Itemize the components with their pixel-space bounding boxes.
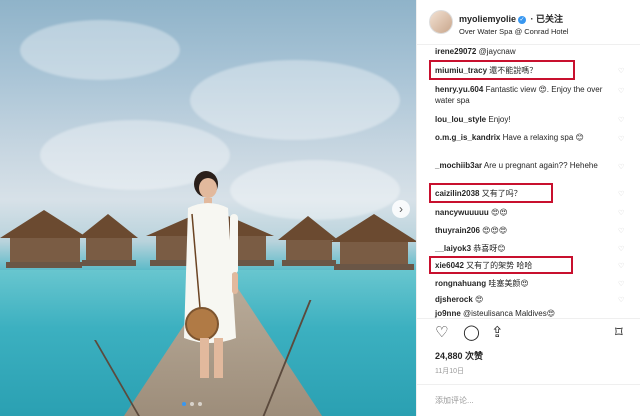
comment-user[interactable]: henry.yu.604 (435, 85, 483, 94)
comment: o.m.g_is_kandrix Have a relaxing spa 😊 (435, 132, 619, 143)
carousel-dot (190, 402, 194, 406)
comment: xie6042 又有了的架势 哈哈 (435, 260, 619, 271)
post-header: myoliemyolie ✓ · 已关注 Over Water Spa @ Con… (417, 0, 640, 45)
comment: irene29072 @jaycnaw (435, 46, 619, 57)
carousel-dot (182, 402, 186, 406)
comment-user[interactable]: __laiyok3 (435, 244, 471, 253)
comment-like-heart-icon[interactable]: ♡ (618, 263, 625, 270)
woman-figure (184, 171, 238, 378)
avatar[interactable] (429, 10, 453, 34)
comment-text: @isteulisanca Maldives😍 (463, 309, 556, 318)
post-photo[interactable]: › (0, 0, 416, 416)
comment-text: 😍 (475, 295, 484, 304)
cloud (20, 20, 180, 80)
comment-text: 😍😍😍 (482, 226, 508, 235)
post-date: 11月10日 (435, 368, 465, 375)
comment-text: Enjoy! (488, 115, 511, 124)
add-comment-input[interactable]: 添加评论... (435, 395, 474, 406)
comment-like-heart-icon[interactable]: ♡ (618, 246, 625, 253)
comment: djsherock 😍 (435, 294, 619, 305)
post-actions: ♡ ◯ ⇪ ⌑ (417, 318, 640, 349)
comment-user[interactable]: jo9nne (435, 309, 461, 318)
post-side-panel: myoliemyolie ✓ · 已关注 Over Water Spa @ Con… (416, 0, 640, 416)
comment-user[interactable]: _mochiib3ar (435, 161, 482, 170)
comment-like-heart-icon[interactable]: ♡ (618, 136, 625, 143)
cloud (190, 60, 400, 140)
comment-text: 哇塞美颜😍 (488, 279, 529, 288)
comment: nancywuuuuu 😍😍 (435, 207, 619, 218)
comment: miumiu_tracy 還不能說嗎？ (435, 65, 619, 76)
comment-like-heart-icon[interactable]: ♡ (618, 117, 625, 124)
author-username[interactable]: myoliemyolie (459, 14, 516, 24)
comment-user[interactable]: miumiu_tracy (435, 66, 487, 75)
carousel-dot (198, 402, 202, 406)
comment: __laiyok3 恭喜呀😊 (435, 243, 619, 254)
add-comment-bar: 添加评论... (417, 384, 640, 417)
comment-text: 又有了的架势 哈哈 (466, 261, 533, 270)
comment-text: 恭喜呀😊 (473, 244, 506, 253)
comment-like-heart-icon[interactable]: ♡ (618, 191, 625, 198)
bookmark-icon[interactable]: ⌑ (615, 325, 623, 341)
comment-text: 還不能說嗎？ (489, 66, 538, 75)
share-icon[interactable]: ⇪ (491, 325, 504, 341)
comment-list: irene29072 @jaycnaw miumiu_tracy 還不能說嗎？ … (417, 44, 640, 312)
comment-like-heart-icon[interactable]: ♡ (618, 210, 625, 217)
comment-like-heart-icon[interactable]: ♡ (618, 297, 625, 304)
comment-user[interactable]: thuyrain206 (435, 226, 480, 235)
comment: henry.yu.604 Fantastic view 😍. Enjoy the… (435, 84, 619, 106)
comment-user[interactable]: rongnahuang (435, 279, 486, 288)
post-location[interactable]: Over Water Spa @ Conrad Hotel (459, 27, 568, 36)
comment-like-heart-icon[interactable]: ♡ (618, 228, 625, 235)
comment-like-heart-icon[interactable]: ♡ (618, 68, 625, 75)
comment: caizilin2038 又有了吗？ (435, 188, 619, 199)
comment: lou_lou_style Enjoy! (435, 114, 619, 125)
comment: thuyrain206 😍😍😍 (435, 225, 619, 236)
comment-user[interactable]: nancywuuuuu (435, 208, 489, 217)
comment-like-heart-icon[interactable]: ♡ (618, 281, 625, 288)
carousel-dots (182, 402, 202, 406)
post-author[interactable]: myoliemyolie ✓ · 已关注 (459, 12, 563, 25)
comment-like-heart-icon[interactable]: ♡ (618, 164, 625, 171)
comment-user[interactable]: o.m.g_is_kandrix (435, 133, 500, 142)
follow-status[interactable]: · 已关注 (531, 14, 564, 24)
carousel-next-icon[interactable]: › (392, 200, 410, 218)
heart-icon[interactable]: ♡ (435, 325, 448, 341)
comment-user[interactable]: lou_lou_style (435, 115, 486, 124)
comment-text: Have a relaxing spa 😊 (502, 133, 584, 142)
comment-text: 😍😍 (491, 208, 508, 217)
verified-badge-icon: ✓ (518, 15, 527, 24)
comment-text: @jaycnaw (478, 47, 516, 56)
comment-user[interactable]: djsherock (435, 295, 473, 304)
comment-user[interactable]: irene29072 (435, 47, 476, 56)
comment: _mochiib3ar Are u pregnant again?? Heheh… (435, 160, 619, 171)
comment-text: Are u pregnant again?? Hehehe (483, 161, 598, 170)
like-count[interactable]: 24,880 次赞 (435, 349, 483, 362)
comment-like-heart-icon[interactable]: ♡ (618, 88, 625, 95)
comment-icon[interactable]: ◯ (463, 325, 480, 341)
comment-text: 又有了吗？ (481, 189, 522, 198)
comment: rongnahuang 哇塞美颜😍 (435, 278, 619, 289)
instagram-post-window: › myoliemyolie ✓ · 已关注 Over Water Spa @ C… (0, 0, 640, 416)
comment-user[interactable]: caizilin2038 (435, 189, 479, 198)
comment-user[interactable]: xie6042 (435, 261, 464, 270)
